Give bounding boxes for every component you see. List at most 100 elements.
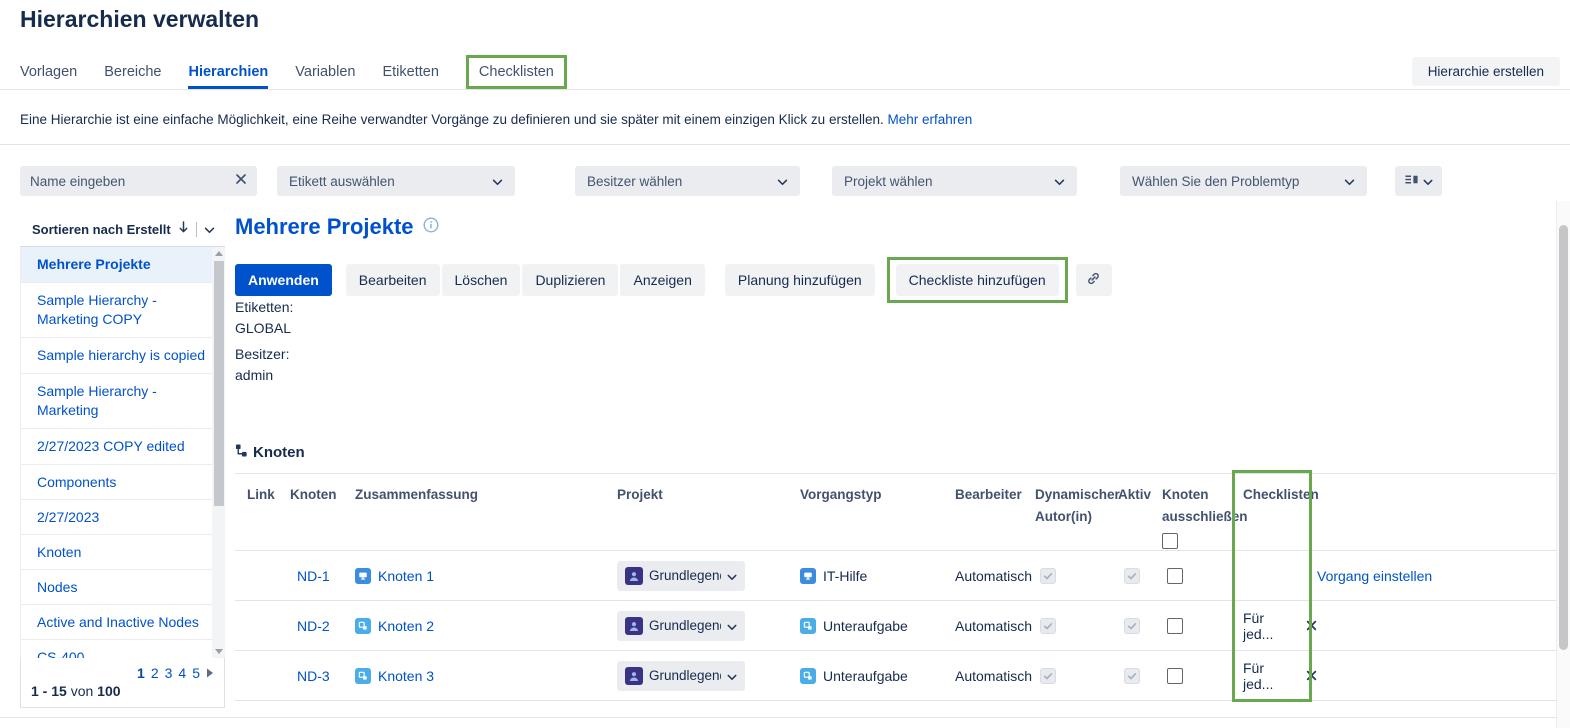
hierarchy-item[interactable]: Nodes [21, 570, 225, 605]
hierarchy-item[interactable]: CS-400 [21, 640, 225, 658]
checkliste-hinzufuegen-button[interactable]: Checkliste hinzufügen [896, 264, 1059, 296]
node-key-link[interactable]: ND-3 [290, 668, 330, 684]
node-row-nd1: ND-1 Knoten 1 Grundlegend... IT-Hilfe Au… [235, 551, 1556, 601]
assignee-value: Automatisch [955, 618, 1035, 634]
filter-bar: Etikett auswählen Besitzer wählen Projek… [0, 166, 1570, 196]
issuetype-label: Unteraufgabe [823, 668, 908, 684]
name-filter-input[interactable] [30, 174, 235, 189]
project-dropdown[interactable]: Grundlegend... [617, 561, 745, 591]
exclude-node-checkbox[interactable] [1167, 618, 1183, 634]
issuetype-label: IT-Hilfe [823, 568, 867, 584]
page-scrollbar-thumb[interactable] [1559, 225, 1568, 650]
duplizieren-button[interactable]: Duplizieren [522, 264, 618, 296]
view-options-button[interactable] [1395, 166, 1442, 196]
tab-variablen[interactable]: Variablen [295, 64, 355, 80]
hierarchy-item-mehrere-projekte[interactable]: Mehrere Projekte [21, 247, 225, 283]
mehr-erfahren-link[interactable]: Mehr erfahren [888, 112, 973, 127]
problemtyp-select[interactable]: Wählen Sie den Problemtyp [1120, 166, 1367, 196]
sidebar-pagination: 1 2 3 4 5 1 - 15 von 100 [20, 658, 225, 708]
sidebar-scrollbar[interactable] [212, 247, 225, 658]
tab-vorlagen[interactable]: Vorlagen [20, 64, 77, 80]
node-summary-link[interactable]: Knoten 1 [378, 568, 434, 584]
active-checkbox [1124, 568, 1140, 584]
project-avatar [625, 567, 643, 585]
page-2[interactable]: 2 [151, 665, 159, 681]
project-dropdown[interactable]: Grundlegend... [617, 611, 745, 641]
project-dropdown[interactable]: Grundlegend... [617, 661, 745, 691]
tab-etiketten[interactable]: Etiketten [382, 64, 438, 80]
hierarchy-item[interactable]: Sample Hierarchy - Marketing COPY [21, 283, 225, 338]
detail-meta: Etiketten: GLOBAL Besitzer: admin [235, 297, 293, 391]
col-checklisten: Checklisten [1243, 478, 1317, 550]
bearbeiten-button[interactable]: Bearbeiten [346, 264, 440, 296]
col-zusammenfassung: Zusammenfassung [355, 478, 617, 550]
annotation-box-checklisten-tab: Checklisten [466, 55, 567, 89]
assignee-value: Automatisch [955, 568, 1035, 584]
detail-header: Mehrere Projekte [235, 214, 439, 240]
tab-hierarchien[interactable]: Hierarchien [188, 64, 268, 80]
col-link: Link [235, 478, 290, 550]
col-dynamischer-autor: Dynamischer Autor(in) [1035, 478, 1118, 550]
checklist-chip: Für jed... [1243, 660, 1317, 692]
hierarchie-erstellen-button[interactable]: Hierarchie erstellen [1412, 57, 1560, 86]
page-5[interactable]: 5 [192, 665, 200, 681]
scroll-up-icon[interactable] [212, 247, 225, 260]
clear-icon[interactable] [235, 172, 247, 190]
hierarchien-verwalten-screen: Hierarchien verwalten Vorlagen Bereiche … [0, 0, 1570, 728]
sidebar-scrollbar-thumb[interactable] [214, 261, 224, 506]
hierarchy-item[interactable]: 2/27/2023 [21, 500, 225, 535]
planung-hinzufuegen-button[interactable]: Planung hinzufügen [725, 264, 875, 296]
hierarchy-item[interactable]: Sample Hierarchy - Marketing [21, 374, 225, 429]
node-summary-link[interactable]: Knoten 3 [378, 668, 434, 684]
hierarchy-list-sidebar: Sortieren nach Erstellt Mehrere Projekte… [20, 213, 225, 708]
col-projekt: Projekt [617, 478, 800, 550]
anwenden-button[interactable]: Anwenden [235, 264, 332, 296]
sort-header: Sortieren nach Erstellt [20, 213, 225, 247]
detail-title: Mehrere Projekte [235, 214, 414, 240]
nodes-table-header: Link Knoten Zusammenfassung Projekt Vorg… [235, 478, 1556, 550]
project-avatar [625, 667, 643, 685]
link-button[interactable] [1076, 264, 1112, 296]
page-4[interactable]: 4 [178, 665, 186, 681]
node-row-nd3: ND-3 Knoten 3 Grundlegend... Unteraufgab… [235, 651, 1556, 701]
col-knoten-ausschliessen: Knoten ausschließen [1162, 478, 1243, 550]
hierarchy-item[interactable]: Components [21, 465, 225, 500]
it-help-issue-icon [800, 568, 816, 584]
sort-menu-chevron-icon[interactable] [204, 221, 215, 239]
node-row-nd2: ND-2 Knoten 2 Grundlegend... Unteraufgab… [235, 601, 1556, 651]
result-range: 1 - 15 von 100 [31, 683, 214, 699]
node-key-link[interactable]: ND-2 [290, 618, 330, 634]
page-scrollbar[interactable] [1556, 201, 1570, 728]
scroll-down-icon[interactable] [212, 645, 225, 658]
page-1[interactable]: 1 [137, 665, 145, 681]
page-title: Hierarchien verwalten [20, 6, 259, 33]
dynamic-author-checkbox [1040, 668, 1056, 684]
projekt-select[interactable]: Projekt wählen [832, 166, 1077, 196]
besitzer-select[interactable]: Besitzer wählen [575, 166, 800, 196]
active-checkbox [1124, 668, 1140, 684]
tab-bereiche[interactable]: Bereiche [104, 64, 161, 80]
etikett-select[interactable]: Etikett auswählen [277, 166, 515, 196]
info-icon[interactable] [423, 217, 439, 238]
node-key-link[interactable]: ND-1 [290, 568, 330, 584]
remove-checklist-icon[interactable] [1306, 620, 1317, 631]
exclude-node-checkbox[interactable] [1167, 668, 1183, 684]
chevron-down-icon [727, 618, 737, 634]
col-bearbeiter: Bearbeiter [955, 478, 1035, 550]
hierarchy-item[interactable]: Sample hierarchy is copied [21, 338, 225, 374]
page-3[interactable]: 3 [165, 665, 173, 681]
loeschen-button[interactable]: Löschen [442, 264, 521, 296]
exclude-all-checkbox[interactable] [1162, 533, 1178, 549]
hierarchy-item[interactable]: Knoten [21, 535, 225, 570]
exclude-node-checkbox[interactable] [1167, 568, 1183, 584]
sort-direction-icon[interactable] [178, 221, 189, 239]
remove-checklist-icon[interactable] [1306, 670, 1317, 681]
next-page-icon[interactable] [206, 668, 214, 678]
vorgang-einstellen-link[interactable]: Vorgang einstellen [1317, 568, 1432, 584]
tab-checklisten[interactable]: Checklisten [479, 64, 554, 80]
anzeigen-button[interactable]: Anzeigen [620, 264, 704, 296]
hierarchy-item[interactable]: Active and Inactive Nodes [21, 605, 225, 640]
intro-text: Eine Hierarchie ist eine einfache Möglic… [20, 112, 972, 127]
hierarchy-item[interactable]: 2/27/2023 COPY edited [21, 429, 225, 465]
node-summary-link[interactable]: Knoten 2 [378, 618, 434, 634]
